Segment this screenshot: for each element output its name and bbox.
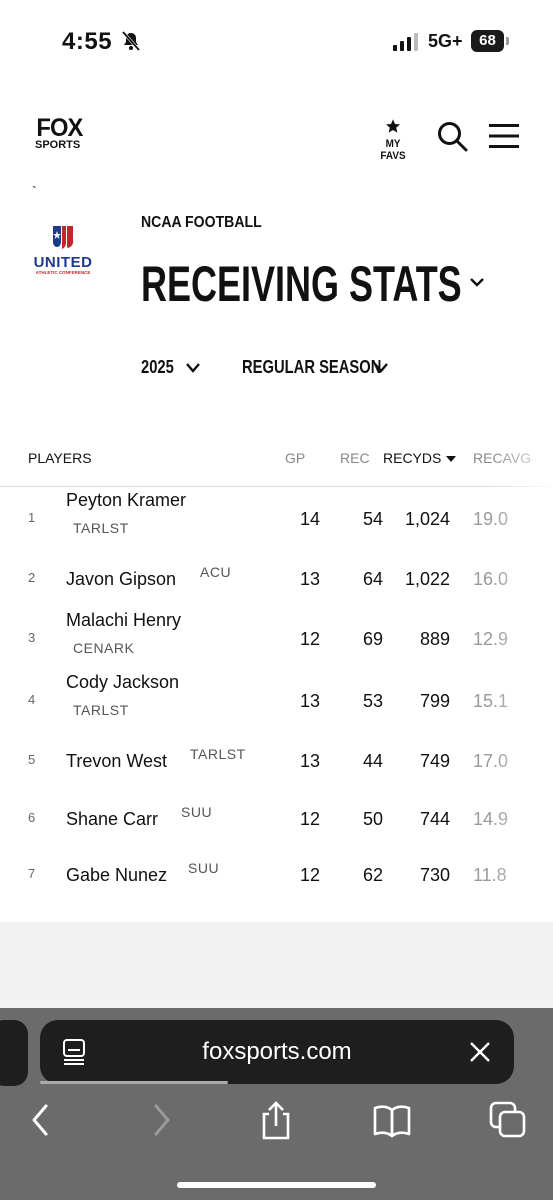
sort-desc-icon <box>446 456 457 463</box>
conference-logo: UNITED ATHLETIC CONFERENCE <box>26 224 100 276</box>
receptions: 62 <box>362 865 383 885</box>
star-icon <box>386 119 400 133</box>
chevron-down-icon[interactable] <box>468 275 486 289</box>
header-rec[interactable]: REC <box>340 450 370 466</box>
table-row[interactable]: 4Cody JacksonTARLST135379915.1 <box>0 672 553 732</box>
player-team: ACU <box>200 564 232 580</box>
hamburger-menu-icon[interactable] <box>488 123 520 149</box>
receiving-yards: 749 <box>419 751 450 771</box>
player-rank: 1 <box>28 510 36 525</box>
games-played: 12 <box>299 809 320 829</box>
page-title[interactable]: RECEIVING STATS <box>141 254 462 314</box>
clock: 4:55 <box>62 28 113 55</box>
receptions: 54 <box>362 509 383 529</box>
receptions: 53 <box>362 691 383 711</box>
silent-bell-icon <box>121 31 141 51</box>
my-favs-label: MY FAVS <box>380 138 406 162</box>
header-recyds-label: RECYDS <box>383 450 442 466</box>
receptions: 64 <box>362 569 383 589</box>
player-team: SUU <box>188 860 220 876</box>
browser-chrome: foxsports.com <box>0 1008 553 1200</box>
table-row[interactable]: 3Malachi HenryCENARK126988912.9 <box>0 610 553 670</box>
league-label: NCAA FOOTBALL <box>141 214 262 231</box>
games-played: 12 <box>299 865 320 885</box>
previous-tab-card[interactable] <box>0 1020 28 1086</box>
status-bar: 4:55 5G+ 68 <box>0 0 553 80</box>
season-type-chevron-down-icon[interactable] <box>373 362 389 374</box>
stray-mark: ` <box>32 183 37 199</box>
network-type: 5G+ <box>428 31 463 51</box>
receptions: 69 <box>362 629 383 649</box>
games-played: 13 <box>299 751 320 771</box>
battery-level: 68 <box>471 30 504 52</box>
forward-icon[interactable] <box>140 1100 180 1140</box>
player-name[interactable]: Gabe Nunez <box>66 865 167 886</box>
search-icon[interactable] <box>436 120 468 152</box>
season-chevron-down-icon[interactable] <box>185 362 201 374</box>
player-rank: 7 <box>28 866 36 881</box>
page-bottom-area <box>0 922 553 1010</box>
receiving-yards: 799 <box>419 691 450 711</box>
bookmarks-icon[interactable] <box>372 1100 412 1140</box>
my-favs-button[interactable]: MY FAVS <box>372 118 414 162</box>
back-icon[interactable] <box>22 1100 62 1140</box>
receiving-yards: 1,024 <box>404 509 450 529</box>
games-played: 12 <box>299 629 320 649</box>
player-name[interactable]: Malachi Henry <box>66 610 181 631</box>
receiving-yards: 730 <box>419 865 450 885</box>
player-rank: 2 <box>28 570 36 585</box>
header-recyds[interactable]: RECYDS <box>383 450 457 466</box>
table-row[interactable]: 7Gabe NunezSUU126273011.8 <box>0 846 553 906</box>
receiving-yards: 744 <box>419 809 450 829</box>
player-rank: 4 <box>28 692 36 707</box>
season-selector[interactable]: 2025 <box>141 357 174 378</box>
scroll-fade <box>490 440 553 920</box>
player-team: TARLST <box>190 746 246 762</box>
table-header: PLAYERS GP REC RECYDS RECAVG <box>0 440 553 487</box>
player-team: TARLST <box>73 520 129 536</box>
receptions: 50 <box>362 809 383 829</box>
conference-shield-icon <box>53 226 73 249</box>
player-team: SUU <box>181 804 213 820</box>
battery-icon: 68 <box>471 30 511 52</box>
player-name[interactable]: Trevon West <box>66 751 167 772</box>
header-gp[interactable]: GP <box>285 450 305 466</box>
header-players[interactable]: PLAYERS <box>28 450 92 466</box>
player-team: TARLST <box>73 702 129 718</box>
player-team: CENARK <box>73 640 135 656</box>
season-type-selector[interactable]: REGULAR SEASON <box>242 357 381 378</box>
player-name[interactable]: Cody Jackson <box>66 672 179 693</box>
table-row[interactable]: 1Peyton KramerTARLST14541,02419.0 <box>0 490 553 550</box>
tabs-icon[interactable] <box>488 1100 528 1140</box>
cellular-signal-icon <box>393 33 418 51</box>
browser-toolbar <box>0 1100 553 1160</box>
receptions: 44 <box>362 751 383 771</box>
logo-text-fox: FOX <box>36 114 83 142</box>
player-name[interactable]: Peyton Kramer <box>66 490 186 511</box>
games-played: 13 <box>299 691 320 711</box>
share-icon[interactable] <box>256 1100 296 1140</box>
player-name[interactable]: Javon Gipson <box>66 569 176 590</box>
conference-logo-name: UNITED <box>33 254 93 271</box>
url-text: foxsports.com <box>202 1038 352 1065</box>
table-row[interactable]: 2Javon GipsonACU13641,02216.0 <box>0 550 553 610</box>
player-rank: 5 <box>28 752 36 767</box>
player-name[interactable]: Shane Carr <box>66 809 158 830</box>
conference-logo-subtitle: ATHLETIC CONFERENCE <box>35 270 91 275</box>
close-icon[interactable] <box>468 1040 492 1064</box>
fox-sports-logo[interactable]: FOX SPORTS <box>35 116 91 152</box>
home-indicator <box>177 1182 376 1188</box>
games-played: 13 <box>299 569 320 589</box>
table-row[interactable]: 5Trevon WestTARLST134474917.0 <box>0 732 553 792</box>
receiving-yards: 889 <box>419 629 450 649</box>
receiving-yards: 1,022 <box>404 569 450 589</box>
player-rank: 3 <box>28 630 36 645</box>
page-load-progress <box>40 1081 228 1084</box>
table-row[interactable]: 6Shane CarrSUU125074414.9 <box>0 790 553 850</box>
games-played: 14 <box>299 509 320 529</box>
player-rank: 6 <box>28 810 36 825</box>
site-header: FOX SPORTS MY FAVS <box>0 100 553 180</box>
address-bar[interactable]: foxsports.com <box>40 1020 514 1084</box>
